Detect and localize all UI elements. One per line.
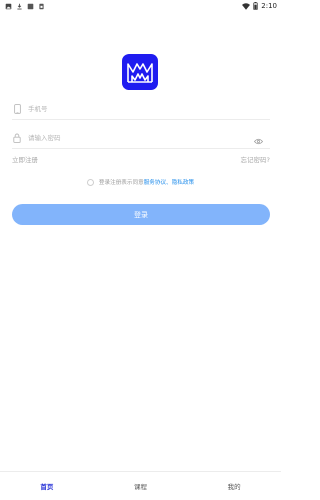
nav-home[interactable]: 首页 <box>0 481 94 491</box>
app-logo <box>122 54 158 90</box>
bottom-nav: 首页 课程 我的 <box>0 471 281 500</box>
status-bar: 2:10 <box>0 0 281 12</box>
forgot-password-link[interactable]: 忘记密码? <box>241 154 270 164</box>
agreement-row: 登录注册表示同意 服务协议、隐私政策 <box>0 178 281 186</box>
status-right: 2:10 <box>242 2 277 10</box>
agreement-radio[interactable] <box>86 178 94 186</box>
register-link[interactable]: 立即注册 <box>12 154 38 164</box>
box-icon <box>27 3 34 9</box>
logo-m-icon <box>127 63 153 83</box>
status-time: 2:10 <box>261 2 277 10</box>
wifi-icon <box>242 2 251 10</box>
agreement-text: 登录注册表示同意 <box>98 180 144 186</box>
eye-icon[interactable] <box>254 138 263 145</box>
sim-icon <box>39 3 44 9</box>
phone-icon <box>12 103 22 115</box>
auth-links: 立即注册 忘记密码? <box>12 154 270 164</box>
phone-input[interactable] <box>28 101 270 116</box>
service-agreement-link[interactable]: 服务协议 <box>144 178 166 186</box>
nav-courses[interactable]: 课程 <box>94 481 188 491</box>
battery-icon <box>253 2 258 10</box>
lock-icon <box>12 132 22 144</box>
login-button[interactable]: 登录 <box>12 204 270 225</box>
image-icon <box>5 3 12 9</box>
download-icon <box>17 3 22 9</box>
status-left <box>5 3 45 10</box>
phone-row <box>12 98 270 120</box>
privacy-policy-link[interactable]: 隐私政策 <box>172 178 194 186</box>
nav-profile[interactable]: 我的 <box>187 481 281 491</box>
password-row <box>12 127 270 149</box>
password-input[interactable] <box>28 130 270 145</box>
